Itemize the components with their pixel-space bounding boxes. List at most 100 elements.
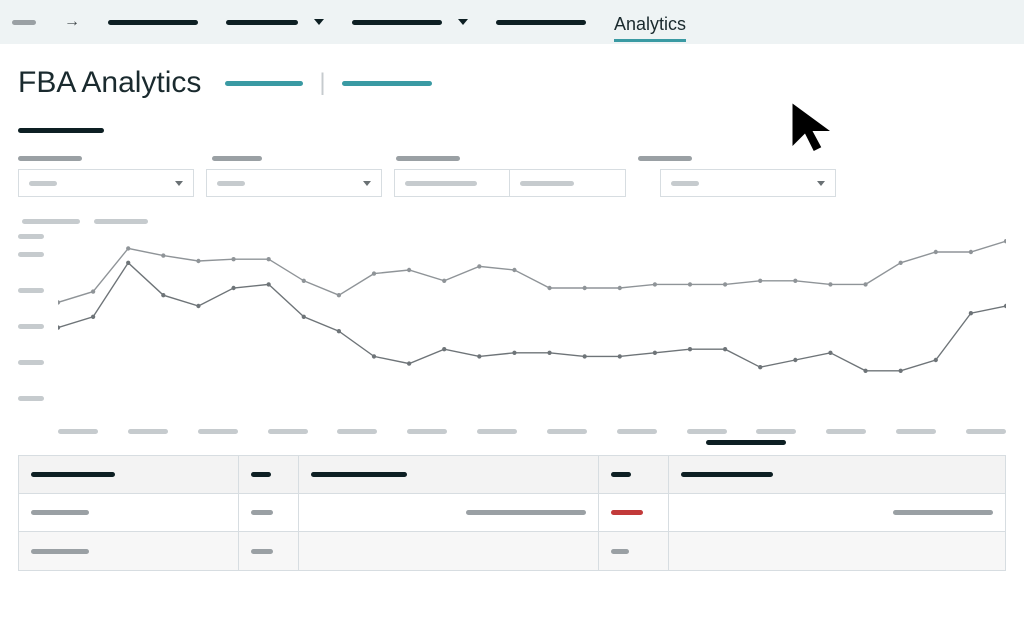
nav-item-label [108, 20, 198, 25]
xtick-5 [407, 429, 447, 434]
chart-point [583, 286, 587, 290]
table-cell [239, 494, 299, 531]
table-header-cell-1[interactable] [239, 456, 299, 493]
chart-point [969, 250, 973, 254]
chart-point [407, 268, 411, 272]
select-value [405, 181, 477, 186]
filter-select-3[interactable] [660, 169, 836, 197]
nav-item-2[interactable] [108, 20, 198, 25]
nav-item-4[interactable] [352, 19, 468, 25]
nav-item-label [12, 20, 36, 25]
nav-item-5[interactable] [496, 20, 586, 25]
header-label [251, 472, 271, 477]
filter-select-0[interactable] [18, 169, 194, 197]
ytick-5 [18, 234, 44, 239]
section-heading-bar [18, 128, 104, 133]
chart-point [267, 257, 271, 261]
table-row [19, 494, 1005, 532]
xtick-11 [826, 429, 866, 434]
chart-point [91, 289, 95, 293]
chart-footer-label [706, 440, 786, 445]
table-header-cell-4[interactable] [669, 456, 1005, 493]
filter-label-0 [18, 156, 82, 161]
page-title: FBA Analytics [18, 66, 201, 100]
chart-point [723, 347, 727, 351]
chart-point [828, 351, 832, 355]
chart-point [267, 282, 271, 286]
xtick-3 [268, 429, 308, 434]
chart-point [688, 282, 692, 286]
table-header-cell-2[interactable] [299, 456, 599, 493]
table-cell [299, 494, 599, 531]
chart-point [372, 271, 376, 275]
daterange-from[interactable] [394, 169, 510, 197]
chart-point [196, 304, 200, 308]
chart-point [653, 282, 657, 286]
chart-point [231, 257, 235, 261]
xtick-1 [128, 429, 168, 434]
header-label [31, 472, 115, 477]
ytick-1 [18, 360, 44, 365]
chart-point [547, 286, 551, 290]
header-label [611, 472, 631, 477]
filter-label-2 [396, 156, 460, 161]
chart-xaxis [58, 429, 1006, 434]
chart-point [161, 293, 165, 297]
chart-point [899, 261, 903, 265]
filter-select-1[interactable] [206, 169, 382, 197]
xtick-10 [756, 429, 796, 434]
chart-point [1004, 304, 1006, 308]
chart-point [618, 354, 622, 358]
table-cell [19, 494, 239, 531]
chart-area [18, 234, 1006, 434]
nav-tab-analytics[interactable]: Analytics [614, 10, 686, 42]
select-value [671, 181, 699, 186]
chart-point [302, 279, 306, 283]
chart-point [863, 369, 867, 373]
chart-plot[interactable] [58, 234, 1006, 414]
xtick-9 [687, 429, 727, 434]
chart [18, 219, 1006, 445]
chart-point [793, 358, 797, 362]
title-tab-0[interactable] [225, 81, 303, 86]
table-header-cell-3[interactable] [599, 456, 669, 493]
chart-point [58, 325, 60, 329]
select-value [217, 181, 245, 186]
chart-point [442, 279, 446, 283]
daterange-to[interactable] [510, 169, 626, 197]
chart-point [547, 351, 551, 355]
chart-point [337, 293, 341, 297]
chart-point [758, 279, 762, 283]
chart-legend [18, 219, 1006, 224]
chart-point [407, 361, 411, 365]
table-header-cell-0[interactable] [19, 456, 239, 493]
filter-label-1 [212, 156, 262, 161]
cell-value [251, 549, 273, 554]
filter-row [18, 169, 1006, 197]
chart-point [828, 282, 832, 286]
nav-item-label [496, 20, 586, 25]
nav-item-3[interactable] [226, 19, 324, 25]
table-cell [299, 532, 599, 570]
table-cell [669, 494, 1005, 531]
filter-label-3 [638, 156, 692, 161]
table-cell [599, 532, 669, 570]
nav-item-label [226, 20, 298, 25]
table-header [19, 456, 1005, 494]
table-cell [599, 494, 669, 531]
title-tab-1[interactable] [342, 81, 432, 86]
chevron-down-icon [314, 19, 324, 25]
cell-value [893, 510, 993, 515]
chart-point [899, 369, 903, 373]
chart-point [723, 282, 727, 286]
chevron-down-icon [363, 181, 371, 186]
nav-item-0[interactable] [12, 20, 36, 25]
ytick-3 [18, 288, 44, 293]
cell-value [31, 510, 89, 515]
chart-point [934, 250, 938, 254]
chevron-down-icon [458, 19, 468, 25]
table-cell [239, 532, 299, 570]
chart-point [758, 365, 762, 369]
cell-value [611, 549, 629, 554]
table-row [19, 532, 1005, 570]
